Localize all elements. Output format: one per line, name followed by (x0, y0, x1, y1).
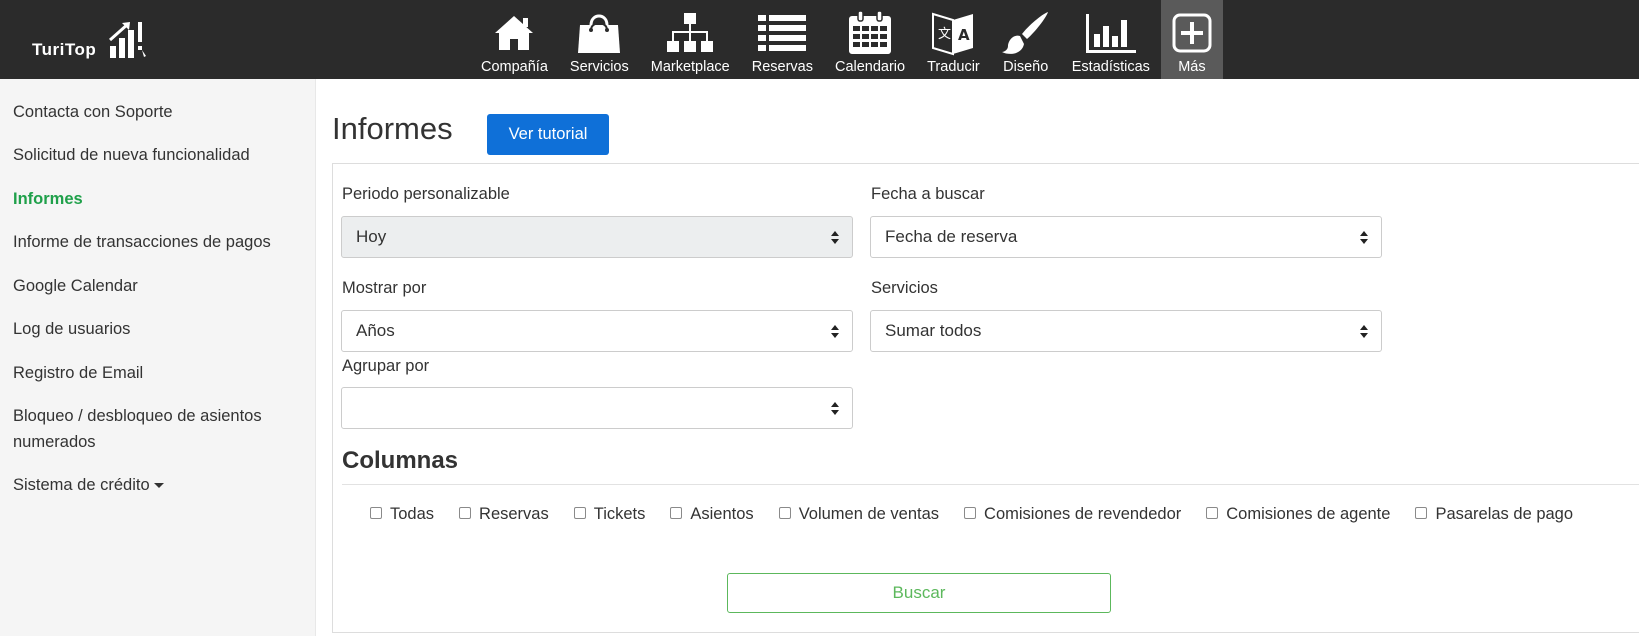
checkbox-todas[interactable]: Todas (370, 505, 434, 524)
paintbrush-icon (1001, 12, 1048, 54)
select-arrows-icon (1360, 231, 1368, 245)
svg-text:A: A (958, 26, 970, 44)
periodo-label: Periodo personalizable (342, 185, 510, 203)
buscar-button[interactable]: Buscar (727, 573, 1111, 613)
nav-marketplace[interactable]: Marketplace (640, 0, 741, 79)
nav-label: Servicios (569, 59, 629, 75)
top-navbar: TuriTop Compañía Servicios Marketplace R… (0, 0, 1639, 79)
checkbox-label: Pasarelas de pago (1435, 505, 1574, 523)
logo-bars-icon (109, 22, 146, 58)
sidebar-item-sistema-credito[interactable]: Sistema de crédito (13, 472, 303, 498)
checkbox-asientos[interactable]: Asientos (670, 505, 754, 524)
nav-label: Reservas (751, 59, 813, 75)
select-value: Años (356, 321, 395, 340)
checkbox-label: Comisiones de revendedor (984, 505, 1182, 523)
checkbox-reservas[interactable]: Reservas (459, 505, 549, 524)
mostrar-label: Mostrar por (342, 279, 427, 297)
checkbox-label: Comisiones de agente (1226, 505, 1391, 523)
svg-text:文: 文 (938, 27, 951, 42)
nav-calendario[interactable]: Calendario (824, 0, 916, 79)
nav-reservas[interactable]: Reservas (741, 0, 824, 79)
sidebar-item-log-usuarios[interactable]: Log de usuarios (13, 316, 303, 342)
sidebar-item-label: Sistema de crédito (13, 476, 150, 494)
select-arrows-icon (831, 231, 839, 245)
checkbox-box[interactable] (964, 506, 977, 519)
calendar-icon (849, 10, 892, 54)
checkbox-box[interactable] (670, 506, 683, 519)
checkbox-box[interactable] (1206, 506, 1219, 519)
checkbox-box[interactable] (370, 506, 382, 519)
checkbox-label: Tickets (593, 505, 646, 523)
columnas-heading: Columnas (342, 447, 459, 474)
checkbox-label: Volumen de ventas (798, 505, 940, 523)
select-value: Sumar todos (885, 321, 982, 340)
divider (342, 484, 1639, 485)
checkbox-box[interactable] (459, 506, 472, 519)
checkbox-pasarelas-pago[interactable]: Pasarelas de pago (1415, 505, 1573, 524)
select-arrows-icon (831, 325, 839, 339)
nav-label: Estadísticas (1071, 59, 1150, 75)
select-value: Fecha de reserva (885, 227, 1018, 246)
nav-traducir[interactable]: 文 A Traducir (916, 0, 991, 79)
nav-label: Más (1178, 59, 1206, 75)
fecha-label: Fecha a buscar (871, 185, 985, 203)
sidebar-item-informes[interactable]: Informes (13, 186, 303, 212)
nav-label: Diseño (1003, 59, 1049, 75)
sitemap-icon (667, 13, 714, 52)
servicios-label: Servicios (871, 279, 938, 297)
checkbox-label: Reservas (479, 505, 549, 523)
checkbox-label: Asientos (690, 505, 754, 523)
sidebar-item-registro-email[interactable]: Registro de Email (13, 360, 303, 386)
columns-checkboxes: Todas Reservas Tickets Asientos Volumen … (370, 505, 1598, 524)
plus-square-icon (1172, 13, 1212, 53)
select-arrows-icon (831, 402, 839, 416)
sidebar-item-soporte[interactable]: Contacta con Soporte (13, 99, 303, 125)
caret-down-icon (153, 483, 164, 489)
logo-text: TuriTop (32, 40, 97, 59)
sidebar-item-google-calendar[interactable]: Google Calendar (13, 273, 303, 299)
checkbox-comisiones-revendedor[interactable]: Comisiones de revendedor (964, 505, 1181, 524)
nav-label: Calendario (834, 59, 906, 75)
periodo-select[interactable]: Hoy (341, 216, 853, 258)
nav-label: Marketplace (650, 59, 730, 75)
checkbox-tickets[interactable]: Tickets (573, 505, 646, 524)
mostrar-select[interactable]: Años (341, 310, 853, 352)
sidebar-item-funcionalidad[interactable]: Solicitud de nueva funcionalidad (13, 142, 303, 168)
nav-label: Compañía (481, 59, 548, 75)
list-icon (758, 15, 807, 51)
select-arrows-icon (1360, 325, 1368, 339)
checkbox-box[interactable] (1415, 506, 1428, 519)
shopping-bag-icon (578, 14, 621, 53)
select-value: Hoy (356, 227, 387, 246)
nav-estadisticas[interactable]: Estadísticas (1061, 0, 1161, 79)
home-icon (495, 16, 534, 50)
sidebar-item-bloqueo-asientos[interactable]: Bloqueo / desbloqueo de asientos numerad… (13, 403, 303, 455)
agrupar-label: Agrupar por (342, 357, 430, 375)
nav-label: Traducir (927, 59, 980, 75)
ver-tutorial-button[interactable]: Ver tutorial (487, 114, 609, 155)
nav-diseno[interactable]: Diseño (991, 0, 1061, 79)
checkbox-label: Todas (390, 505, 435, 523)
checkbox-box[interactable] (778, 506, 791, 519)
page-title: Informes (332, 111, 453, 146)
sidebar-item-transacciones[interactable]: Informe de transacciones de pagos (13, 229, 303, 255)
bar-chart-icon (1085, 14, 1136, 53)
checkbox-comisiones-agente[interactable]: Comisiones de agente (1206, 505, 1390, 524)
sidebar: Contacta con Soporte Solicitud de nueva … (0, 79, 316, 636)
nav-servicios[interactable]: Servicios (559, 0, 640, 79)
nav-mas[interactable]: Más (1160, 0, 1223, 79)
turitop-logo[interactable]: TuriTop (32, 18, 146, 62)
agrupar-select[interactable] (341, 387, 853, 429)
servicios-select[interactable]: Sumar todos (870, 310, 1382, 352)
checkbox-box[interactable] (573, 506, 586, 519)
translate-icon: 文 A (932, 12, 974, 56)
main-nav: Compañía Servicios Marketplace Reservas … (470, 0, 1223, 79)
checkbox-volumen-ventas[interactable]: Volumen de ventas (778, 505, 940, 524)
fecha-select[interactable]: Fecha de reserva (870, 216, 1382, 258)
nav-compania[interactable]: Compañía (470, 0, 559, 79)
